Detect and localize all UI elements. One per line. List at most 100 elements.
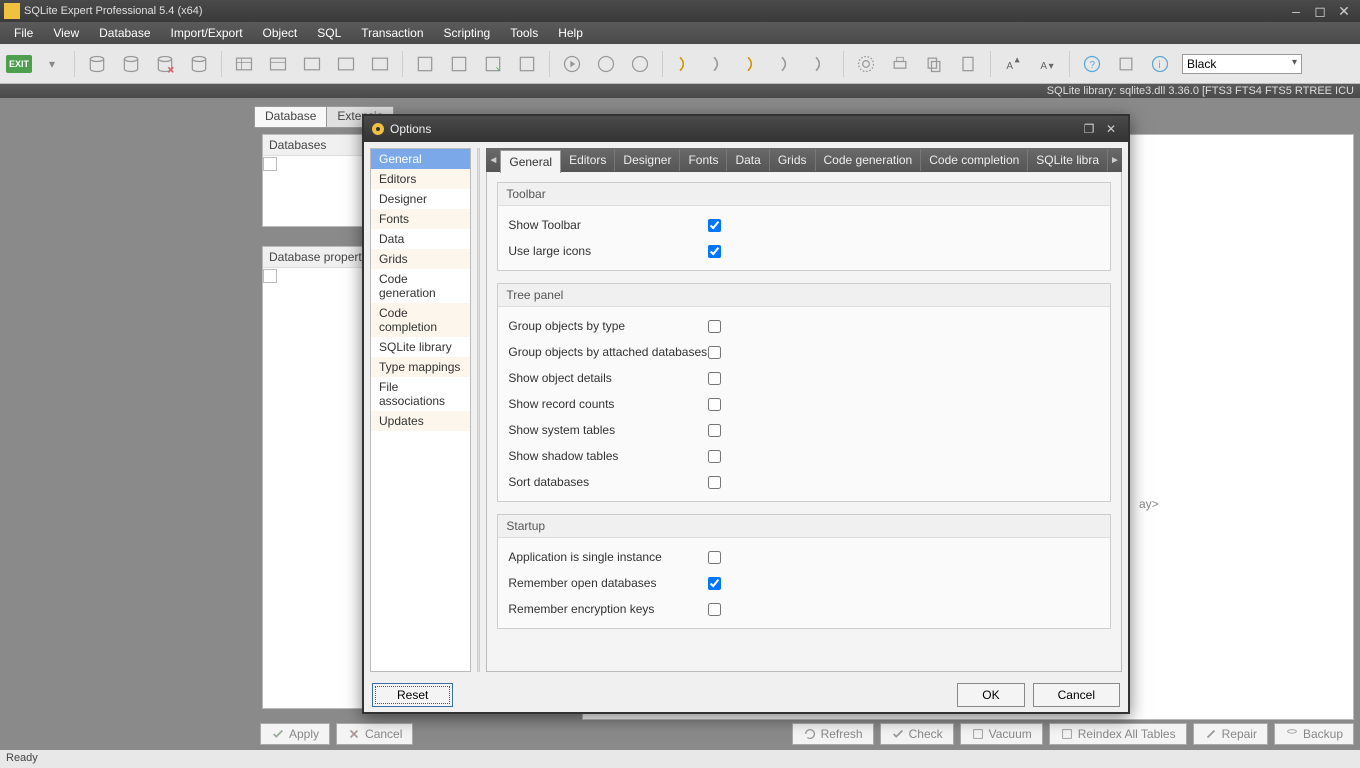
table-delete-icon[interactable] [262,49,294,79]
dialog-tab-general[interactable]: General [500,150,561,173]
category-updates[interactable]: Updates [371,411,470,431]
category-code-generation[interactable]: Code generation [371,269,470,303]
checkbox-application-is-single-instance[interactable] [708,551,721,564]
stop-script-icon[interactable] [511,49,543,79]
menu-tools[interactable]: Tools [500,24,548,42]
category-code-completion[interactable]: Code completion [371,303,470,337]
category-list[interactable]: GeneralEditorsDesignerFontsDataGridsCode… [370,148,471,672]
checkbox-sort-databases[interactable] [708,476,721,489]
left-gutter [0,98,250,750]
checkbox-group-objects-by-attached-databases[interactable] [708,346,721,359]
dialog-tab-code-completion[interactable]: Code completion [921,149,1028,171]
db-remove-icon[interactable] [149,49,181,79]
category-general[interactable]: General [371,149,470,169]
font-increase-icon[interactable]: A▴ [997,49,1029,79]
category-fonts[interactable]: Fonts [371,209,470,229]
view-new-icon[interactable] [296,49,328,79]
reindex-button[interactable]: Reindex All Tables [1049,723,1187,745]
checkbox-remember-open-databases[interactable] [708,577,721,590]
close-button[interactable]: ✕ [1332,3,1356,19]
dialog-tab-code-generation[interactable]: Code generation [816,149,922,171]
dialog-cancel-button[interactable]: Cancel [1033,683,1120,707]
dialog-splitter[interactable] [477,148,480,672]
checkbox-show-system-tables[interactable] [708,424,721,437]
execute-script-icon[interactable] [477,49,509,79]
step-icon[interactable] [590,49,622,79]
category-type-mappings[interactable]: Type mappings [371,357,470,377]
sql-history-icon[interactable] [443,49,475,79]
font-decrease-icon[interactable]: A▾ [1031,49,1063,79]
cancel-button[interactable]: Cancel [336,723,413,745]
menu-file[interactable]: File [4,24,43,42]
minimize-button[interactable]: – [1284,3,1308,19]
script-saveas-icon[interactable] [771,49,803,79]
db-open-icon[interactable] [115,49,147,79]
db-refresh-icon[interactable] [183,49,215,79]
menu-object[interactable]: Object [253,24,308,42]
ok-button[interactable]: OK [957,683,1024,707]
menu-transaction[interactable]: Transaction [351,24,433,42]
toolbar-dropdown-icon[interactable]: ▾ [36,49,68,79]
help-icon[interactable]: ? [1076,49,1108,79]
menu-view[interactable]: View [43,24,89,42]
dialog-tab-fonts[interactable]: Fonts [680,149,727,171]
category-designer[interactable]: Designer [371,189,470,209]
checkbox-show-shadow-tables[interactable] [708,450,721,463]
checkbox-show-object-details[interactable] [708,372,721,385]
backup-button[interactable]: Backup [1274,723,1354,745]
paste-icon[interactable] [952,49,984,79]
menu-database[interactable]: Database [89,24,160,42]
menu-help[interactable]: Help [548,24,593,42]
copy-icon[interactable] [918,49,950,79]
dialog-restore-button[interactable]: ❐ [1078,120,1100,138]
menu-sql[interactable]: SQL [307,24,351,42]
options-icon[interactable] [850,49,882,79]
menu-importexport[interactable]: Import/Export [161,24,253,42]
update-icon[interactable] [1110,49,1142,79]
tab-scroll-right-icon[interactable]: ► [1108,155,1122,166]
info-icon[interactable]: i [1144,49,1176,79]
category-grids[interactable]: Grids [371,249,470,269]
refresh-button[interactable]: Refresh [792,723,874,745]
reset-button[interactable]: Reset [372,683,453,707]
tab-database[interactable]: Database [254,106,327,128]
checkbox-show-record-counts[interactable] [708,398,721,411]
category-editors[interactable]: Editors [371,169,470,189]
vacuum-button[interactable]: Vacuum [960,723,1043,745]
play-icon[interactable] [556,49,588,79]
tab-scroll-left-icon[interactable]: ◄ [486,155,500,166]
checkbox-remember-encryption-keys[interactable] [708,603,721,616]
table-new-icon[interactable] [228,49,260,79]
apply-button[interactable]: Apply [260,723,330,745]
exit-button[interactable]: EXIT [6,55,32,73]
script-new-icon[interactable] [669,49,701,79]
dialog-tab-editors[interactable]: Editors [561,149,615,171]
category-data[interactable]: Data [371,229,470,249]
pause-icon[interactable] [624,49,656,79]
db-new-icon[interactable] [81,49,113,79]
print-icon[interactable] [884,49,916,79]
menu-scripting[interactable]: Scripting [434,24,501,42]
dialog-tab-data[interactable]: Data [727,149,769,171]
category-file-associations[interactable]: File associations [371,377,470,411]
maximize-button[interactable]: ◻ [1308,3,1332,19]
index-new-icon[interactable] [330,49,362,79]
action-bar: Apply Cancel Refresh Check Vacuum Reinde… [260,722,1354,746]
dialog-tab-sqlite-libra[interactable]: SQLite libra [1028,149,1108,171]
script-save-icon[interactable] [737,49,769,79]
repair-button[interactable]: Repair [1193,723,1268,745]
checkbox-show-toolbar[interactable] [708,219,721,232]
dialog-tab-grids[interactable]: Grids [770,149,816,171]
theme-combo[interactable]: Black [1182,54,1302,74]
script-close-icon[interactable] [805,49,837,79]
script-open-icon[interactable] [703,49,735,79]
sql-editor-icon[interactable] [409,49,441,79]
checkbox-group-objects-by-type[interactable] [708,320,721,333]
trigger-new-icon[interactable] [364,49,396,79]
dialog-close-button[interactable]: ✕ [1100,120,1122,138]
checkbox-use-large-icons[interactable] [708,245,721,258]
check-button[interactable]: Check [880,723,954,745]
dialog-tab-designer[interactable]: Designer [615,149,680,171]
option-row: Show record counts [508,391,1100,417]
category-sqlite-library[interactable]: SQLite library [371,337,470,357]
